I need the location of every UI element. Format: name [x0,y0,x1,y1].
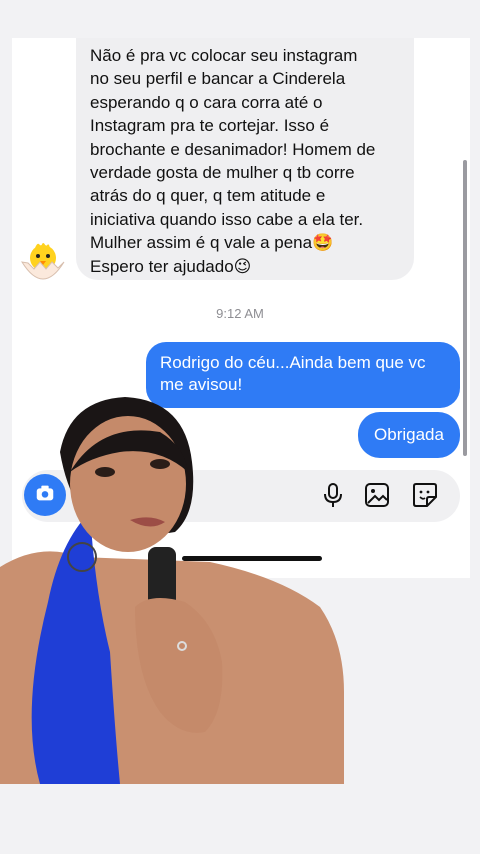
outgoing-message-bubble: Obrigada [358,412,460,458]
presenter-cutout-image [0,392,344,784]
message-timestamp: 9:12 AM [216,306,264,321]
chick-avatar-icon [16,236,70,290]
incoming-message-text: Não é pra vc colocar seu instagram no se… [90,46,376,276]
sticker-icon[interactable] [410,480,440,510]
gallery-icon[interactable] [362,480,392,510]
incoming-message-bubble: Não é pra vc colocar seu instagram no se… [76,38,414,280]
scrollbar[interactable] [463,160,467,456]
